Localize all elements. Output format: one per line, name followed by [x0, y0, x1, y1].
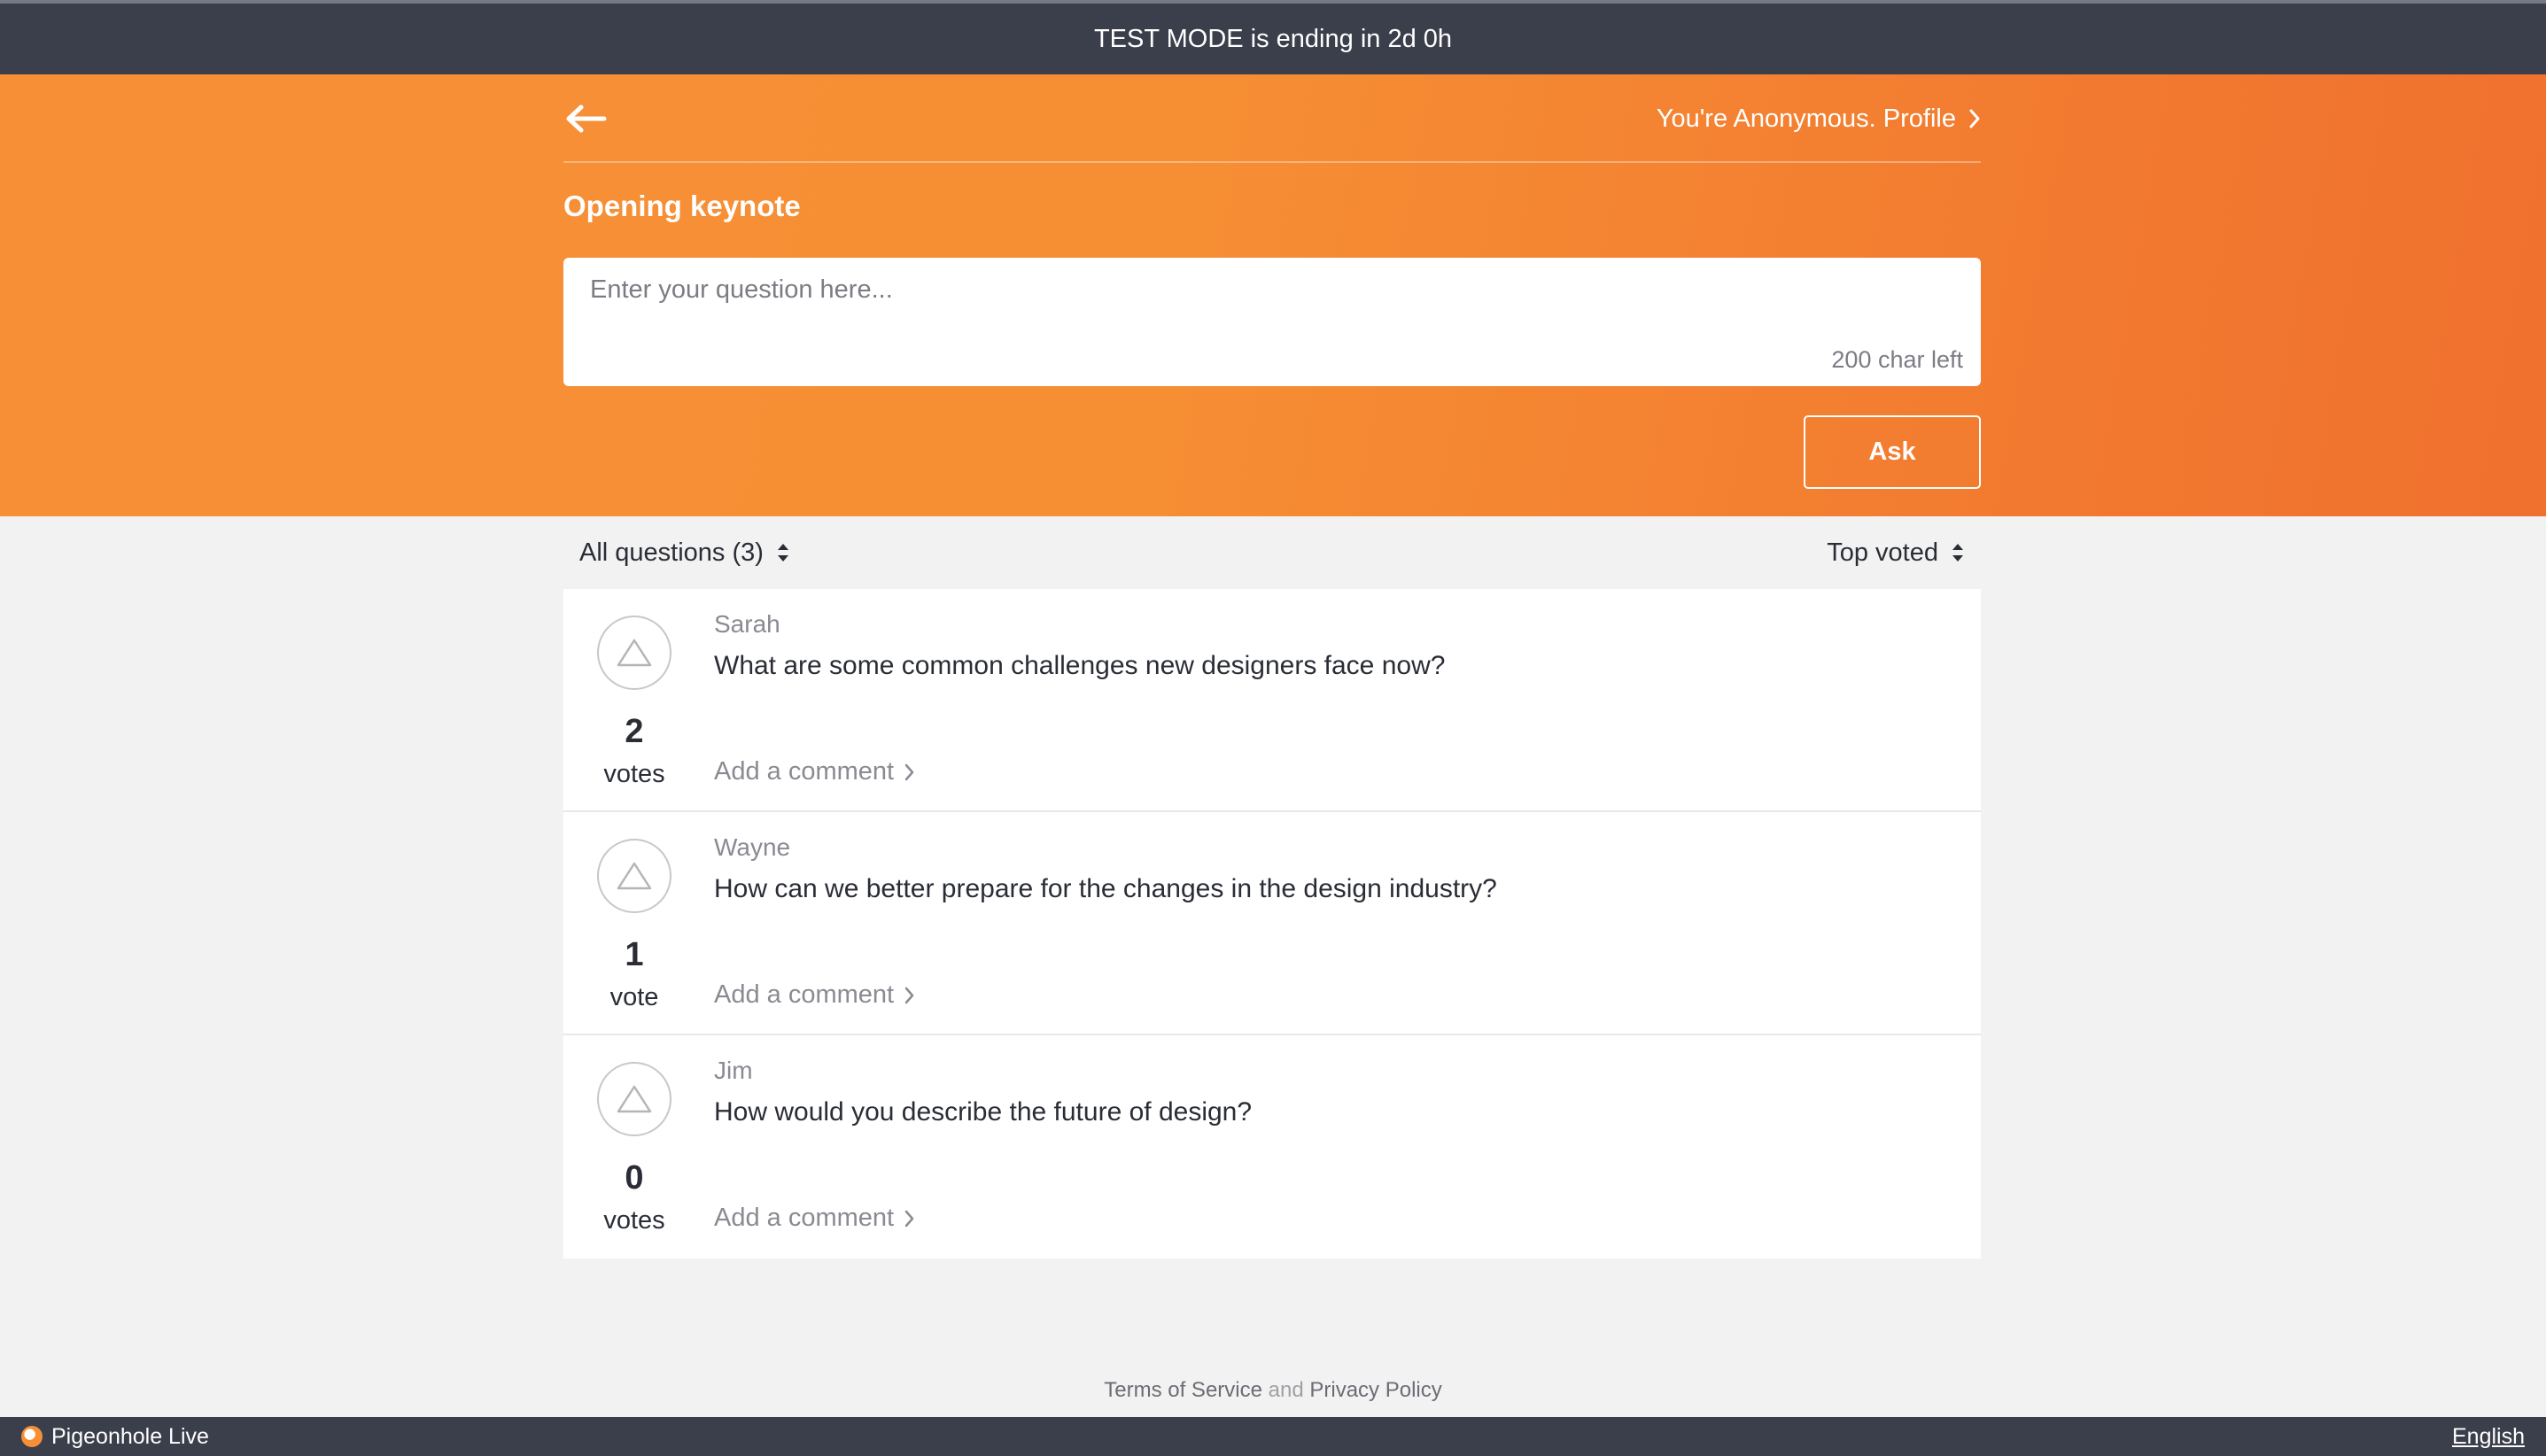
question-author: Jim	[714, 1057, 753, 1084]
question-author: Wayne	[714, 833, 791, 861]
triangle-up-icon	[617, 1085, 652, 1113]
footer-and: and	[1268, 1378, 1304, 1402]
question-text: How would you describe the future of des…	[714, 1097, 1253, 1127]
vote-count: 0	[625, 1159, 644, 1197]
upvote-button[interactable]	[597, 616, 671, 690]
upvote-button[interactable]	[597, 1062, 671, 1136]
triangle-up-icon	[617, 639, 652, 667]
test-mode-banner: TEST MODE is ending in 2d 0h	[0, 0, 2546, 74]
add-comment-link[interactable]: Add a comment	[714, 980, 915, 1010]
sort-label: Top voted	[1827, 538, 1938, 567]
banner-text: TEST MODE is ending in 2d 0h	[1093, 24, 1453, 53]
triangle-up-icon	[617, 862, 652, 890]
vote-label: votes	[603, 760, 665, 788]
brand[interactable]: Pigeonhole Live	[21, 1424, 209, 1450]
add-comment-label: Add a comment	[714, 980, 895, 1009]
ask-button[interactable]: Ask	[1804, 415, 1981, 489]
question-text: What are some common challenges new desi…	[714, 651, 1446, 680]
add-comment-label: Add a comment	[714, 757, 895, 786]
privacy-link[interactable]: Privacy Policy	[1309, 1378, 1441, 1402]
top-nav: You're Anonymous. Profile	[563, 74, 1981, 163]
vote-count: 1	[625, 936, 644, 973]
add-comment-label: Add a comment	[714, 1204, 895, 1232]
sort-dropdown[interactable]: Top voted	[1827, 538, 1965, 568]
vote-count: 2	[625, 713, 644, 750]
char-counter: 200 char left	[1831, 346, 1963, 373]
question-item: 1 vote Wayne How can we better prepare f…	[563, 812, 1981, 1035]
question-text: How can we better prepare for the change…	[714, 874, 1497, 903]
language-selector[interactable]: English	[2452, 1424, 2525, 1450]
vote-label: vote	[609, 983, 659, 1011]
profile-link[interactable]: You're Anonymous. Profile	[1657, 101, 1981, 136]
question-item: 0 votes Jim How would you describe the f…	[563, 1035, 1981, 1259]
add-comment-link[interactable]: Add a comment	[714, 1204, 915, 1233]
pigeonhole-logo-icon	[21, 1426, 43, 1447]
vote-label: votes	[603, 1206, 665, 1235]
bottom-bar: Pigeonhole Live English	[0, 1417, 2546, 1456]
question-list: 2 votes Sarah What are some common chall…	[563, 589, 1981, 1259]
terms-link[interactable]: Terms of Service	[1104, 1378, 1262, 1402]
question-filter-label: All questions (3)	[579, 538, 764, 567]
session-title: Opening keynote	[563, 190, 801, 222]
question-author: Sarah	[714, 610, 780, 638]
question-item: 2 votes Sarah What are some common chall…	[563, 589, 1981, 812]
profile-label: You're Anonymous. Profile	[1656, 104, 1956, 133]
brand-name: Pigeonhole Live	[51, 1423, 209, 1449]
upvote-button[interactable]	[597, 839, 671, 913]
question-input[interactable]	[563, 258, 1981, 386]
filter-bar: All questions (3) Top voted	[563, 516, 1981, 589]
footer-links: Terms of Service and Privacy Policy	[0, 1378, 2546, 1403]
chevron-right-icon	[904, 1210, 914, 1227]
session-header-content: You're Anonymous. Profile Opening keynot…	[563, 74, 1981, 516]
question-box: 200 char left	[563, 258, 1981, 386]
chevron-right-icon	[904, 987, 914, 1003]
add-comment-link[interactable]: Add a comment	[714, 757, 915, 786]
chevron-right-icon	[1969, 109, 1980, 128]
question-filter-dropdown[interactable]: All questions (3)	[579, 538, 790, 568]
sort-arrows-icon	[777, 544, 788, 561]
session-header: You're Anonymous. Profile Opening keynot…	[0, 74, 2546, 516]
chevron-right-icon	[904, 763, 914, 780]
sort-arrows-icon	[1952, 544, 1963, 561]
back-arrow-icon[interactable]	[563, 103, 608, 135]
